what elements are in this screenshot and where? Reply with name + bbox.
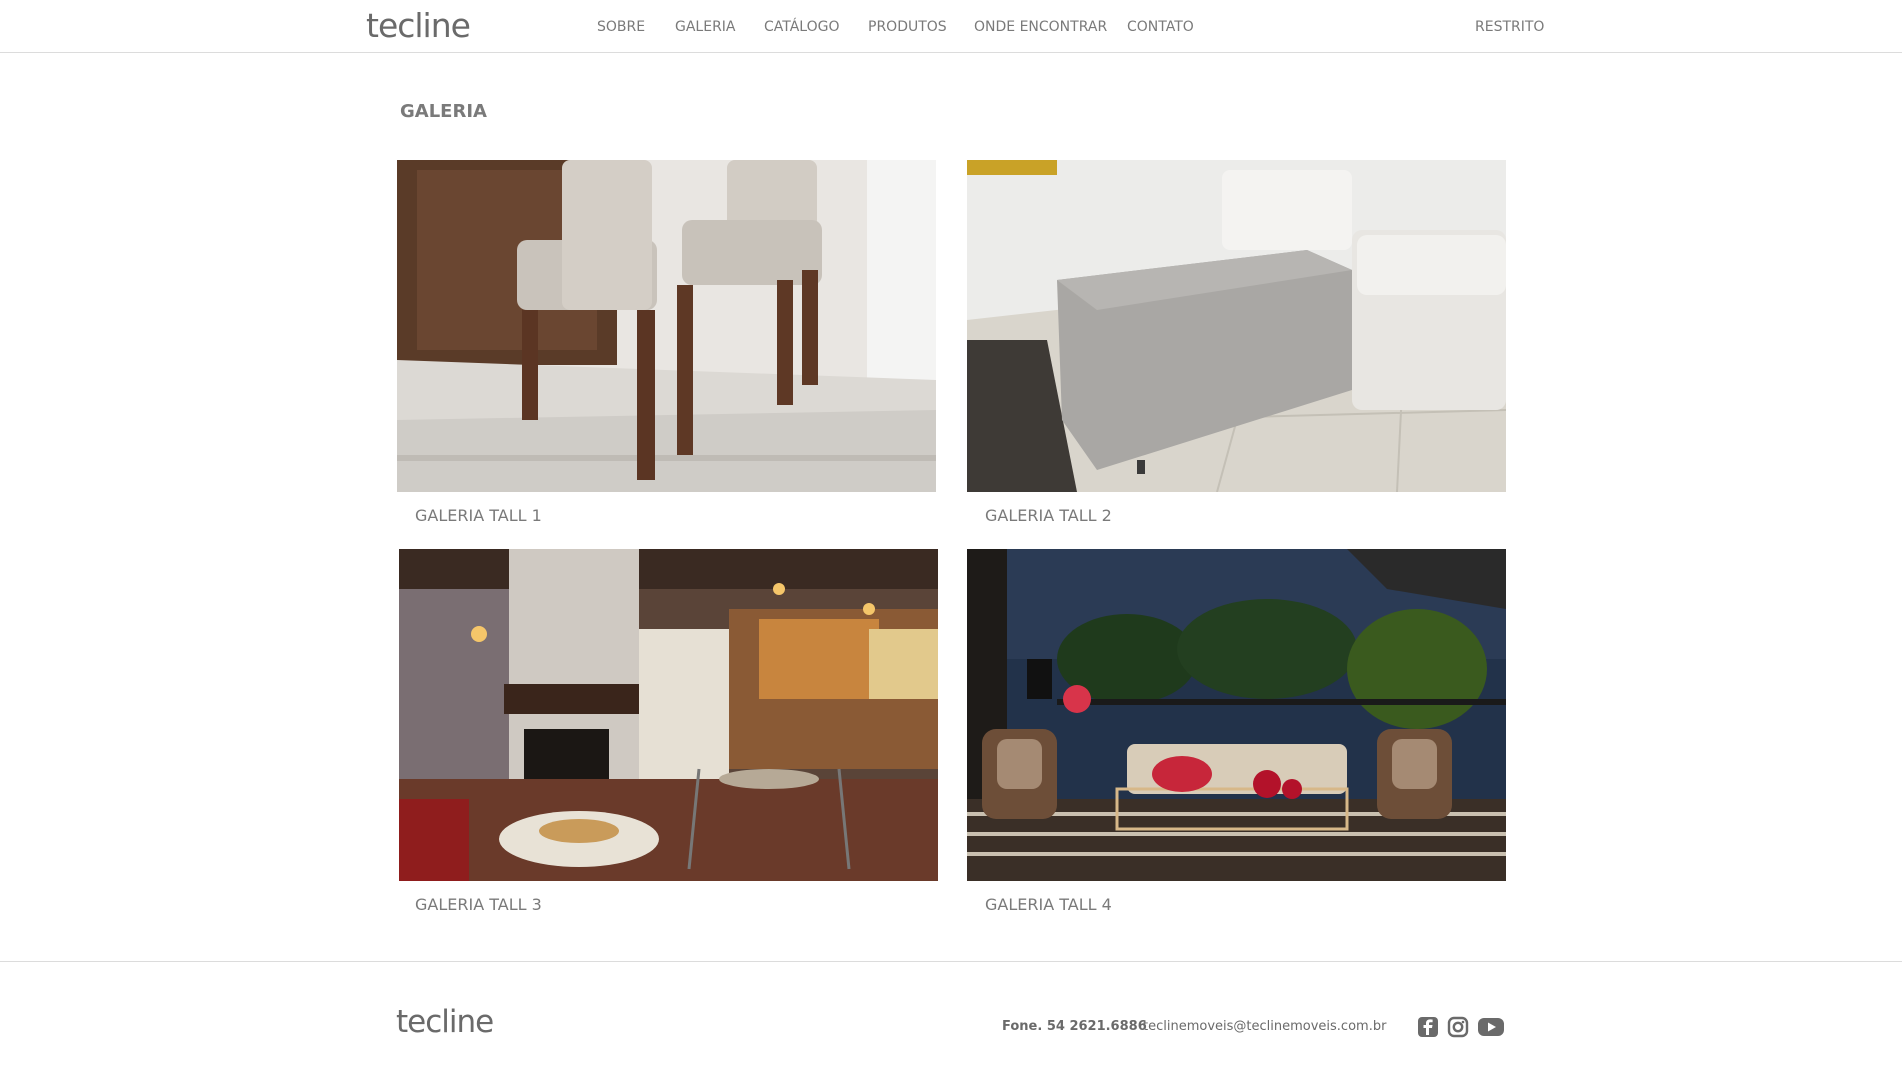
gallery-caption-4[interactable]: GALERIA TALL 4 — [985, 895, 1112, 914]
nav-restrito[interactable]: RESTRITO — [1475, 19, 1544, 35]
site-footer: tecline Fone. 54 2621.6886 teclinemoveis… — [0, 961, 1902, 1085]
nav-produtos[interactable]: PRODUTOS — [868, 19, 947, 35]
facebook-icon[interactable] — [1417, 1016, 1439, 1042]
site-logo[interactable]: tecline — [366, 6, 471, 45]
gallery-photo-1[interactable] — [397, 160, 936, 492]
gallery-caption-3[interactable]: GALERIA TALL 3 — [415, 895, 542, 914]
nav-sobre[interactable]: SOBRE — [597, 19, 645, 35]
footer-email[interactable]: teclinemoveis@teclinemoveis.com.br — [1143, 1019, 1386, 1034]
footer-phone: Fone. 54 2621.6886 — [1002, 1019, 1147, 1034]
page-title: GALERIA — [400, 101, 487, 122]
gallery-photo-4[interactable] — [967, 549, 1506, 881]
gallery-caption-2[interactable]: GALERIA TALL 2 — [985, 506, 1112, 525]
nav-onde-encontrar[interactable]: ONDE ENCONTRAR — [974, 19, 1107, 35]
nav-galeria[interactable]: GALERIA — [675, 19, 736, 35]
gallery-photo-3[interactable] — [399, 549, 938, 881]
footer-logo[interactable]: tecline — [396, 1004, 494, 1040]
nav-catalogo[interactable]: CATÁLOGO — [764, 19, 840, 35]
gallery-photo-2[interactable] — [967, 160, 1506, 492]
instagram-icon[interactable] — [1447, 1016, 1469, 1042]
youtube-icon[interactable] — [1477, 1016, 1505, 1042]
site-header: tecline SOBRE GALERIA CATÁLOGO PRODUTOS … — [0, 0, 1902, 53]
nav-contato[interactable]: CONTATO — [1127, 19, 1194, 35]
gallery-caption-1[interactable]: GALERIA TALL 1 — [415, 506, 542, 525]
